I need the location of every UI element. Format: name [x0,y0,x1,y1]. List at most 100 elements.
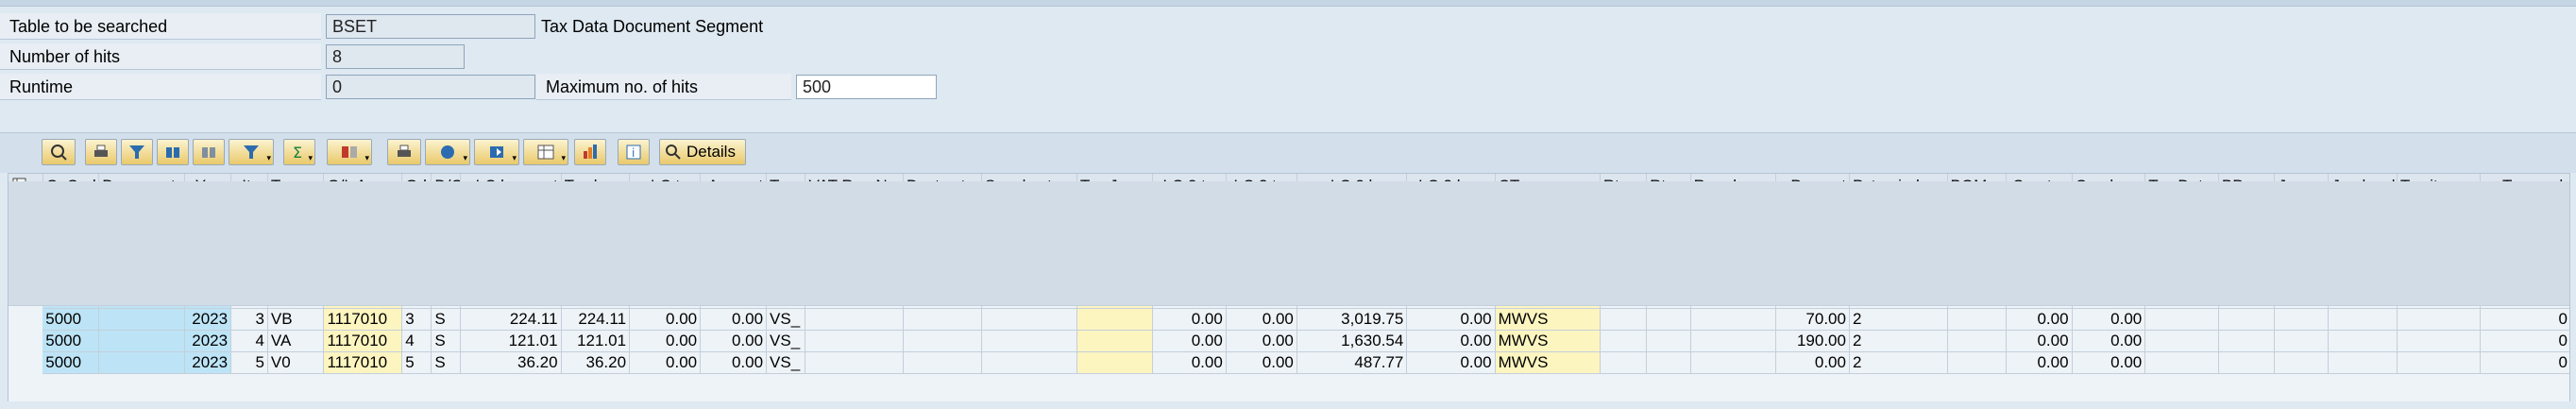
subtotal-button[interactable]: ▾ [327,139,372,165]
table-cell[interactable]: 4 [230,330,268,352]
table-cell[interactable] [2274,351,2330,374]
table-cell[interactable]: 1117010 [323,351,403,374]
find-button[interactable] [157,139,189,165]
table-cell[interactable]: 36.20 [460,351,562,374]
details-button[interactable]: Details [659,139,746,165]
total-button[interactable]: Σ ▾ [283,139,315,165]
table-cell[interactable]: VS_ [766,308,806,331]
table-cell[interactable]: 36.20 [561,351,631,374]
table-cell[interactable]: 0.00 [1226,308,1297,331]
table-cell[interactable]: V0 [267,351,325,374]
table-cell[interactable] [981,351,1077,374]
table-cell[interactable] [2328,330,2398,352]
table-cell[interactable]: 0.00 [1406,308,1496,331]
table-cell[interactable]: 2 [1849,351,1948,374]
table-cell[interactable]: VB [267,308,325,331]
table-cell[interactable]: 70.00 [1775,308,1850,331]
table-cell[interactable] [1690,330,1777,352]
table-cell[interactable]: 1117010 [323,330,403,352]
table-cell[interactable]: 0.00 [700,308,768,331]
table-cell[interactable]: 121.01 [460,330,562,352]
table-cell[interactable]: 1117010 [323,308,403,331]
table-cell[interactable]: 0.00 [1226,330,1297,352]
table-cell[interactable] [2144,351,2219,374]
table-cell[interactable] [805,351,905,374]
table-cell[interactable]: 0 [2480,351,2569,374]
table-cell[interactable] [1600,351,1648,374]
views-button[interactable]: ▾ [425,139,470,165]
table-cell[interactable]: 0.00 [2006,308,2073,331]
table-cell[interactable]: 0.00 [629,330,702,352]
print-preview-button[interactable] [387,139,421,165]
table-cell[interactable]: MWVS [1495,330,1601,352]
row-selector[interactable] [8,181,2569,306]
table-cell[interactable]: 121.01 [561,330,631,352]
table-cell[interactable]: 0.00 [629,351,702,374]
table-cell[interactable]: 2023 [184,308,232,331]
table-cell[interactable]: 5000 [42,330,100,352]
chart-button[interactable] [574,139,606,165]
table-cell[interactable]: 0.00 [2006,330,2073,352]
table-cell[interactable] [2144,308,2219,331]
table-cell[interactable]: 3 [230,308,268,331]
table-cell[interactable] [903,308,982,331]
table-cell[interactable] [98,351,185,374]
table-cell[interactable] [2397,351,2481,374]
filter-button[interactable] [121,139,153,165]
table-cell[interactable]: 0.00 [2072,330,2146,352]
table-cell[interactable] [98,330,185,352]
layout-button[interactable]: ▾ [523,139,568,165]
table-cell[interactable]: 0.00 [1775,351,1850,374]
table-cell[interactable] [2218,351,2276,374]
table-cell[interactable]: 224.11 [561,308,631,331]
table-cell[interactable]: 5000 [42,308,100,331]
table-cell[interactable] [903,330,982,352]
table-cell[interactable]: 3,019.75 [1296,308,1408,331]
filter-set-button[interactable]: ▾ [229,139,274,165]
table-cell[interactable] [1076,351,1154,374]
table-cell[interactable]: 4 [401,330,432,352]
table-cell[interactable] [2218,330,2276,352]
table-cell[interactable] [981,308,1077,331]
table-cell[interactable] [1646,351,1691,374]
check-entry-button[interactable] [42,139,76,165]
table-cell[interactable]: MWVS [1495,308,1601,331]
table-cell[interactable] [2144,330,2219,352]
table-cell[interactable] [1947,308,2007,331]
table-cell[interactable]: 0.00 [1152,330,1227,352]
table-cell[interactable] [903,351,982,374]
table-cell[interactable] [1947,330,2007,352]
table-cell[interactable] [1076,308,1154,331]
table-cell[interactable] [805,330,905,352]
table-cell[interactable] [1690,308,1777,331]
table-cell[interactable] [805,308,905,331]
table-cell[interactable]: 0.00 [1406,351,1496,374]
table-cell[interactable]: 0.00 [1152,308,1227,331]
table-cell[interactable]: 0.00 [629,308,702,331]
table-cell[interactable]: 2023 [184,351,232,374]
table-cell[interactable] [1690,351,1777,374]
table-cell[interactable]: 0.00 [1152,351,1227,374]
maxhits-input[interactable]: 500 [796,75,937,99]
table-cell[interactable]: 0.00 [2072,308,2146,331]
info-button[interactable]: i [618,139,650,165]
print-button[interactable] [85,139,117,165]
table-cell[interactable]: 5 [230,351,268,374]
table-cell[interactable]: 0.00 [2072,351,2146,374]
table-cell[interactable] [2397,330,2481,352]
table-cell[interactable] [98,308,185,331]
table-cell[interactable]: 0 [2480,330,2569,352]
table-cell[interactable]: 0.00 [700,330,768,352]
table-cell[interactable]: 2 [1849,308,1948,331]
table-cell[interactable]: 5000 [42,351,100,374]
table-cell[interactable] [2328,308,2398,331]
table-cell[interactable]: VA [267,330,325,352]
table-cell[interactable] [1646,308,1691,331]
table-cell[interactable] [2274,330,2330,352]
table-cell[interactable]: 3 [401,308,432,331]
table-cell[interactable]: 0.00 [1406,330,1496,352]
table-cell[interactable]: 0 [2480,308,2569,331]
table-cell[interactable]: 190.00 [1775,330,1850,352]
table-cell[interactable] [1076,330,1154,352]
table-cell[interactable] [1646,330,1691,352]
